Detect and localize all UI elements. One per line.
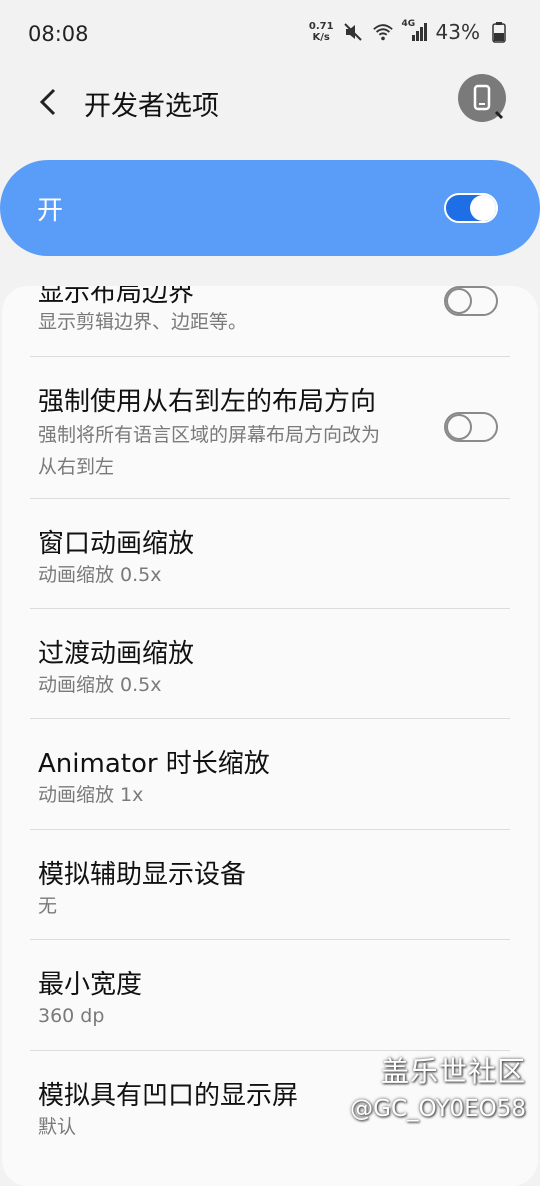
network-speed-value: 0.71: [308, 21, 334, 32]
setting-title: 模拟辅助显示设备: [38, 860, 247, 890]
search-button[interactable]: [458, 74, 506, 122]
search-icon: [458, 74, 506, 122]
watermark: 盖乐世社区 @GC_OY0EO58: [350, 1050, 526, 1122]
setting-title: 模拟具有凹口的显示屏: [38, 1081, 299, 1111]
watermark-user: @GC_OY0EO58: [350, 1096, 526, 1122]
signal-label: 4G: [401, 19, 416, 29]
4g-signal-icon: 4G: [401, 19, 428, 43]
network-speed: 0.71 K/s: [309, 21, 334, 43]
setting-title: 强制使用从右到左的布局方向: [38, 387, 377, 417]
setting-smallest-width[interactable]: 最小宽度 360 dp: [30, 940, 510, 1048]
setting-simulate-secondary-displays[interactable]: 模拟辅助显示设备 无: [30, 830, 510, 938]
setting-title: Animator 时长缩放: [38, 749, 270, 779]
mute-icon: [342, 21, 364, 43]
setting-summary: 动画缩放 0.5x: [38, 564, 162, 586]
setting-force-rtl[interactable]: 强制使用从右到左的布局方向 强制将所有语言区域的屏幕布局方向改为 从右到左: [30, 357, 510, 497]
toggle-knob: [446, 414, 472, 440]
master-switch-label: 开: [37, 196, 64, 226]
master-toggle[interactable]: [444, 193, 498, 223]
setting-summary-line1: 强制将所有语言区域的屏幕布局方向改为: [38, 424, 381, 446]
setting-transition-animation-scale[interactable]: 过渡动画缩放 动画缩放 0.5x: [30, 609, 510, 717]
setting-animator-duration-scale[interactable]: Animator 时长缩放 动画缩放 1x: [30, 719, 510, 827]
setting-summary: 默认: [38, 1116, 77, 1138]
setting-window-animation-scale[interactable]: 窗口动画缩放 动画缩放 0.5x: [30, 499, 510, 607]
page-title: 开发者选项: [84, 91, 219, 122]
network-speed-unit: K/s: [312, 32, 330, 43]
setting-summary: 动画缩放 1x: [38, 784, 144, 806]
toggle-knob: [446, 288, 472, 314]
back-button[interactable]: [32, 84, 64, 120]
setting-title: 过渡动画缩放: [38, 639, 195, 669]
setting-summary-line2: 从右到左: [38, 456, 115, 478]
status-time: 08:08: [28, 22, 89, 46]
setting-show-layout-bounds[interactable]: 显示布局边界 显示剪辑边界、边距等。: [30, 286, 510, 358]
developer-options-master-switch[interactable]: 开: [0, 160, 540, 256]
setting-summary: 360 dp: [38, 1005, 105, 1027]
status-bar: 08:08 0.71 K/s 4G 43%: [0, 0, 540, 70]
setting-title: 窗口动画缩放: [38, 529, 195, 559]
watermark-brand: 盖乐世社区: [380, 1055, 526, 1088]
status-icons: 0.71 K/s 4G 43%: [309, 19, 510, 44]
toggle-knob: [470, 195, 496, 221]
wifi-icon: [372, 21, 394, 43]
show-layout-bounds-toggle[interactable]: [444, 286, 498, 316]
battery-percent: 43%: [435, 20, 480, 44]
app-bar: 开发者选项: [0, 70, 540, 134]
setting-summary: 无: [38, 895, 58, 917]
setting-title: 最小宽度: [38, 970, 143, 1000]
battery-icon: [488, 21, 510, 43]
back-arrow-icon: [39, 88, 56, 116]
force-rtl-toggle[interactable]: [444, 412, 498, 442]
setting-summary: 显示剪辑边界、边距等。: [38, 311, 248, 333]
setting-summary: 动画缩放 0.5x: [38, 674, 162, 696]
